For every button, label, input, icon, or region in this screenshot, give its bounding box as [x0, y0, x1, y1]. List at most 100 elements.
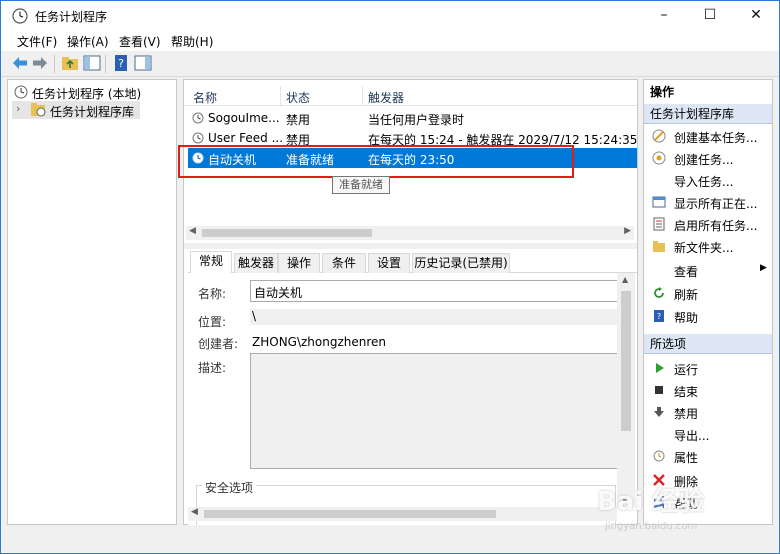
tree-root-label: 任务计划程序 (本地) — [32, 87, 142, 101]
location-label: 位置: — [198, 315, 227, 329]
menu-file[interactable]: 文件(F) — [17, 33, 57, 50]
actions-header: 操作 — [650, 85, 675, 99]
action-create-basic-task[interactable]: 创建基本任务... — [648, 126, 772, 146]
task-list-hscrollbar[interactable]: ◀ ▶ — [186, 226, 634, 240]
disable-icon — [654, 407, 664, 417]
minimize-button[interactable]: – — [641, 1, 687, 31]
toolbar: ? — [1, 51, 779, 77]
close-button[interactable]: ✕ — [733, 1, 779, 31]
action-properties[interactable]: 属性 — [648, 446, 772, 466]
chevron-right-icon[interactable]: › — [16, 102, 20, 115]
forward-arrow-icon[interactable] — [31, 54, 49, 72]
description-label: 描述: — [198, 361, 227, 375]
tab-history[interactable]: 历史记录(已禁用) — [412, 253, 510, 273]
action-view[interactable]: 查看 ▶ — [648, 260, 772, 280]
scroll-left-icon[interactable]: ◀ — [191, 507, 198, 517]
author-value: ZHONG\zhongzhenren — [252, 335, 387, 349]
console-tree: 任务计划程序 (本地) › 任务计划程序库 — [7, 79, 177, 525]
new-folder-icon — [653, 241, 665, 252]
tree-library-label: 任务计划程序库 — [50, 105, 135, 119]
action-run[interactable]: 运行 — [648, 358, 772, 378]
menu-view[interactable]: 查看(V) — [119, 33, 161, 50]
submenu-arrow-icon: ▶ — [760, 263, 767, 273]
action-new-folder[interactable]: 新文件夹... — [648, 236, 772, 256]
name-value: 自动关机 — [254, 286, 303, 300]
tab-triggers[interactable]: 触发器 — [234, 253, 278, 273]
action-help[interactable]: ? 帮助 — [648, 306, 772, 326]
up-folder-icon[interactable] — [61, 54, 79, 72]
task-scheduler-icon — [12, 8, 28, 24]
menu-action[interactable]: 操作(A) — [67, 33, 109, 50]
pane-splitter[interactable] — [184, 243, 637, 249]
description-field[interactable] — [250, 353, 618, 469]
tab-settings[interactable]: 设置 — [368, 253, 410, 273]
actions-section-selected[interactable]: 所选项 — [644, 334, 772, 354]
task-row[interactable]: SogouIme... 禁用 当任何用户登录时 — [188, 108, 637, 128]
highlight-box — [178, 145, 574, 178]
actions-pane: 操作 任务计划程序库 创建基本任务... 创建任务... 导入任务... 显示所… — [643, 79, 773, 525]
column-trigger[interactable]: 触发器 — [368, 89, 404, 106]
run-icon — [656, 363, 664, 373]
security-options-label: 安全选项 — [202, 479, 257, 496]
action-end[interactable]: 结束 — [648, 380, 772, 400]
scroll-right-icon[interactable]: ▶ — [624, 226, 631, 236]
name-label: 名称: — [198, 287, 227, 301]
action-import-task[interactable]: 导入任务... — [648, 170, 772, 190]
action-enable-history[interactable]: 启用所有任务... — [648, 214, 772, 234]
tab-conditions[interactable]: 条件 — [322, 253, 366, 273]
column-name[interactable]: 名称 — [193, 89, 217, 106]
detail-tabs: 常规 触发器 操作 条件 设置 历史记录(已禁用) — [188, 251, 637, 274]
help-book-icon[interactable]: ? — [112, 54, 130, 72]
show-hide-console-tree-icon[interactable] — [83, 54, 101, 72]
detail-hscrollbar[interactable]: ◀ — [188, 507, 617, 521]
enable-history-icon — [653, 217, 665, 231]
window-title: 任务计划程序 — [35, 10, 108, 24]
action-show-running[interactable]: 显示所有正在... — [648, 192, 772, 212]
clock-icon — [14, 85, 28, 99]
maximize-button[interactable]: ☐ — [687, 1, 733, 31]
back-arrow-icon[interactable] — [11, 54, 29, 72]
create-basic-task-icon — [652, 129, 666, 143]
scroll-left-icon[interactable]: ◀ — [189, 226, 196, 236]
task-status: 禁用 — [286, 113, 311, 127]
tree-node-root[interactable]: 任务计划程序 (本地) — [12, 83, 174, 101]
tab-general[interactable]: 常规 — [190, 251, 232, 274]
watermark-url: jingyan.baidu.com — [605, 521, 698, 532]
name-field[interactable]: 自动关机 — [250, 280, 618, 302]
location-value: \ — [252, 309, 257, 323]
refresh-icon — [654, 287, 664, 298]
general-tab-content: 名称: 自动关机 位置: \ 创建者: ZHONG\zhongzhenren 描… — [188, 273, 618, 525]
action-create-task[interactable]: 创建任务... — [648, 148, 772, 168]
task-list-header: 名称 状态 触发器 — [184, 86, 637, 106]
detail-vscrollbar[interactable]: ▲ ▼ — [617, 273, 635, 507]
svg-text:?: ? — [657, 312, 661, 321]
status-tooltip: 准备就绪 — [332, 176, 390, 194]
menu-bar: 文件(F) 操作(A) 查看(V) 帮助(H) — [1, 31, 779, 51]
column-status[interactable]: 状态 — [286, 89, 310, 106]
tree-node-library[interactable]: › 任务计划程序库 — [12, 101, 140, 119]
task-trigger: 当任何用户登录时 — [368, 113, 465, 127]
show-hide-action-pane-icon[interactable] — [134, 54, 152, 72]
task-scheduler-window: 任务计划程序 – ☐ ✕ 文件(F) 操作(A) 查看(V) 帮助(H) ? 任… — [0, 0, 780, 554]
task-name: User Feed ... — [208, 131, 284, 145]
task-clock-icon — [192, 112, 204, 124]
help-icon: ? — [654, 310, 664, 322]
location-field — [250, 309, 618, 325]
end-icon — [655, 386, 663, 394]
scrollbar-thumb[interactable] — [202, 229, 372, 237]
actions-section-library[interactable]: 任务计划程序库 — [644, 104, 772, 124]
task-name: SogouIme... — [208, 111, 280, 125]
action-export[interactable]: 导出... — [648, 424, 772, 444]
title-bar: 任务计划程序 – ☐ ✕ — [1, 1, 779, 31]
properties-icon — [653, 450, 665, 462]
tab-actions[interactable]: 操作 — [278, 253, 320, 273]
show-running-icon — [652, 196, 666, 208]
create-task-icon — [652, 151, 666, 165]
action-disable[interactable]: 禁用 — [648, 402, 772, 422]
action-refresh[interactable]: 刷新 — [648, 283, 772, 303]
svg-text:?: ? — [118, 57, 124, 70]
menu-help[interactable]: 帮助(H) — [171, 33, 213, 50]
scrollbar-thumb[interactable] — [204, 510, 496, 518]
scrollbar-thumb[interactable] — [621, 291, 631, 431]
scroll-up-icon[interactable]: ▲ — [622, 275, 628, 284]
